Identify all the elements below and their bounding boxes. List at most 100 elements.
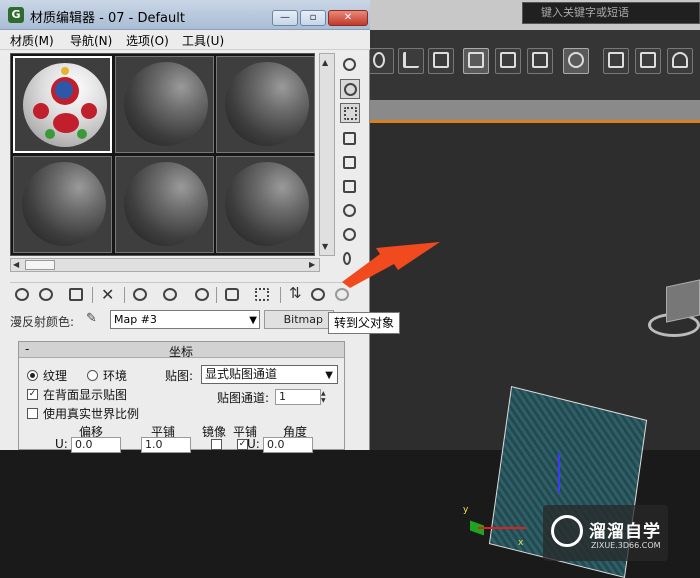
viewcube[interactable] bbox=[666, 279, 700, 323]
gizmo-z-axis bbox=[558, 453, 560, 493]
map-name-select[interactable]: Map #3 ▼ bbox=[110, 310, 260, 329]
material-sphere bbox=[124, 162, 208, 246]
menu-navigation[interactable]: 导航(N) bbox=[70, 32, 112, 49]
layer-manager-icon[interactable] bbox=[428, 48, 454, 74]
put-to-library-icon[interactable] bbox=[160, 286, 180, 304]
sample-slots-panel bbox=[10, 53, 315, 256]
menu-material[interactable]: 材质(M) bbox=[10, 32, 54, 49]
axis-x-label: x bbox=[518, 538, 524, 548]
collapse-icon[interactable]: - bbox=[25, 342, 29, 356]
video-color-check-icon[interactable] bbox=[340, 153, 360, 173]
u-tiling-spinner[interactable]: 1.0 bbox=[141, 437, 191, 453]
sample-slot-1[interactable] bbox=[13, 56, 112, 153]
backface-checkbox[interactable]: ✓ bbox=[27, 389, 38, 400]
texture-radio-label: 纹理 bbox=[43, 369, 68, 383]
sample-type-icon[interactable] bbox=[340, 55, 360, 75]
assign-to-selection-icon[interactable] bbox=[66, 286, 86, 304]
toolbar-icon-1[interactable] bbox=[368, 48, 394, 74]
scroll-down-icon[interactable]: ▼ bbox=[322, 242, 328, 251]
material-sphere bbox=[225, 62, 309, 146]
put-to-scene-icon[interactable] bbox=[36, 286, 56, 304]
scroll-up-icon[interactable]: ▲ bbox=[322, 58, 328, 67]
spinner-arrows-icon[interactable]: ▲ ▼ bbox=[321, 390, 331, 404]
map-type-button[interactable]: Bitmap bbox=[264, 310, 334, 329]
sample-slot-6[interactable] bbox=[216, 156, 315, 253]
minimize-button[interactable]: — bbox=[272, 10, 298, 26]
toolbar-separator bbox=[216, 287, 217, 303]
environment-radio[interactable] bbox=[87, 370, 98, 381]
real-world-scale-checkbox[interactable] bbox=[27, 408, 38, 419]
slots-vertical-scrollbar[interactable]: ▲ ▼ bbox=[319, 53, 335, 256]
go-to-parent-icon[interactable]: ⇅ bbox=[286, 284, 306, 304]
material-id-channel-icon[interactable] bbox=[192, 286, 212, 304]
u-angle-spinner[interactable]: 0.0 bbox=[263, 437, 313, 453]
schematic-view-icon[interactable] bbox=[527, 48, 553, 74]
max-search-input[interactable]: 键入关键字或短语 bbox=[522, 2, 700, 24]
material-sphere bbox=[22, 162, 106, 246]
scroll-right-icon[interactable]: ▶ bbox=[309, 260, 315, 269]
map-name-value: Map #3 bbox=[114, 313, 157, 326]
get-material-icon[interactable] bbox=[12, 286, 32, 304]
rollout-title: 坐标 bbox=[169, 345, 194, 359]
backface-label: 在背面显示贴图 bbox=[43, 388, 128, 402]
material-sphere bbox=[225, 162, 309, 246]
render-setup-icon[interactable] bbox=[603, 48, 629, 74]
real-world-scale-label: 使用真实世界比例 bbox=[43, 407, 140, 421]
close-button[interactable]: ✕ bbox=[328, 10, 368, 26]
chevron-down-icon[interactable]: ▼ bbox=[325, 367, 333, 384]
mirror-column-label: 镜像 bbox=[202, 425, 227, 439]
u-angle-value: 0.0 bbox=[267, 438, 285, 451]
material-editor-icon[interactable] bbox=[563, 48, 589, 74]
texture-radio[interactable] bbox=[27, 370, 38, 381]
rollout-header[interactable]: - 坐标 bbox=[19, 342, 344, 359]
toolbar-separator bbox=[92, 287, 93, 303]
u-mirror-checkbox[interactable] bbox=[211, 439, 222, 450]
material-sphere-textured bbox=[23, 63, 107, 147]
window-title: 材质编辑器 - 07 - Default bbox=[30, 11, 185, 26]
mapping-select[interactable]: 显式贴图通道 ▼ bbox=[201, 365, 338, 384]
show-shaded-material-icon[interactable] bbox=[222, 286, 242, 304]
gizmo-x-axis bbox=[478, 527, 526, 529]
watermark: 溜溜自学 ZIXUE.3D66.COM bbox=[543, 505, 668, 561]
editor-toolbar: ✕ ⇅ bbox=[10, 282, 355, 306]
scroll-left-icon[interactable]: ◀ bbox=[13, 260, 19, 269]
material-sphere bbox=[124, 62, 208, 146]
u-offset-spinner[interactable]: 0.0 bbox=[71, 437, 121, 453]
backlight-icon[interactable] bbox=[340, 79, 360, 99]
render-teapot-icon[interactable] bbox=[667, 48, 693, 74]
sample-slot-2[interactable] bbox=[115, 56, 214, 153]
annotation-arrow-icon bbox=[342, 242, 440, 288]
material-editor-window: G 材质编辑器 - 07 - Default — ▫ ✕ 材质(M) 导航(N)… bbox=[0, 0, 370, 453]
u-label: U: bbox=[55, 437, 68, 451]
render-frame-icon[interactable] bbox=[635, 48, 661, 74]
slots-horizontal-scrollbar[interactable]: ◀ ▶ bbox=[10, 258, 320, 272]
background-icon[interactable] bbox=[340, 103, 360, 123]
menu-options[interactable]: 选项(O) bbox=[126, 32, 169, 49]
uv-tiling-icon[interactable] bbox=[340, 129, 360, 149]
align-icon[interactable] bbox=[398, 48, 424, 74]
watermark-text: 溜溜自学 bbox=[589, 522, 661, 542]
title-bar[interactable]: G 材质编辑器 - 07 - Default — ▫ ✕ bbox=[0, 0, 370, 30]
u-offset-value: 0.0 bbox=[75, 438, 93, 451]
eyedropper-icon[interactable]: ✎ bbox=[86, 311, 104, 329]
reset-map-icon[interactable]: ✕ bbox=[98, 285, 118, 304]
make-preview-icon[interactable] bbox=[340, 177, 360, 197]
chevron-down-icon[interactable]: ▼ bbox=[249, 312, 257, 329]
sample-slot-5[interactable] bbox=[115, 156, 214, 253]
menu-tools[interactable]: 工具(U) bbox=[182, 32, 224, 49]
coordinates-rollout: - 坐标 纹理 环境 贴图: 显式贴图通道 ▼ ✓ 在背面显示贴图 贴图通道: … bbox=[18, 341, 345, 453]
sample-slot-4[interactable] bbox=[13, 156, 112, 253]
curve-editor-icon[interactable] bbox=[495, 48, 521, 74]
sample-slot-3[interactable] bbox=[216, 56, 315, 153]
mapping-label: 贴图: bbox=[165, 369, 194, 383]
scroll-thumb[interactable] bbox=[25, 260, 55, 270]
show-end-result-icon[interactable] bbox=[252, 286, 272, 304]
go-forward-to-sibling-icon[interactable] bbox=[308, 286, 328, 304]
map-channel-spinner[interactable]: 1 ▲ ▼ bbox=[275, 389, 326, 405]
maximize-button[interactable]: ▫ bbox=[300, 10, 326, 26]
scene-explorer-icon[interactable] bbox=[463, 48, 489, 74]
environment-radio-label: 环境 bbox=[103, 369, 128, 383]
options-icon[interactable] bbox=[340, 201, 360, 221]
map-channel-label: 贴图通道: bbox=[217, 391, 270, 405]
make-unique-icon[interactable] bbox=[130, 286, 150, 304]
